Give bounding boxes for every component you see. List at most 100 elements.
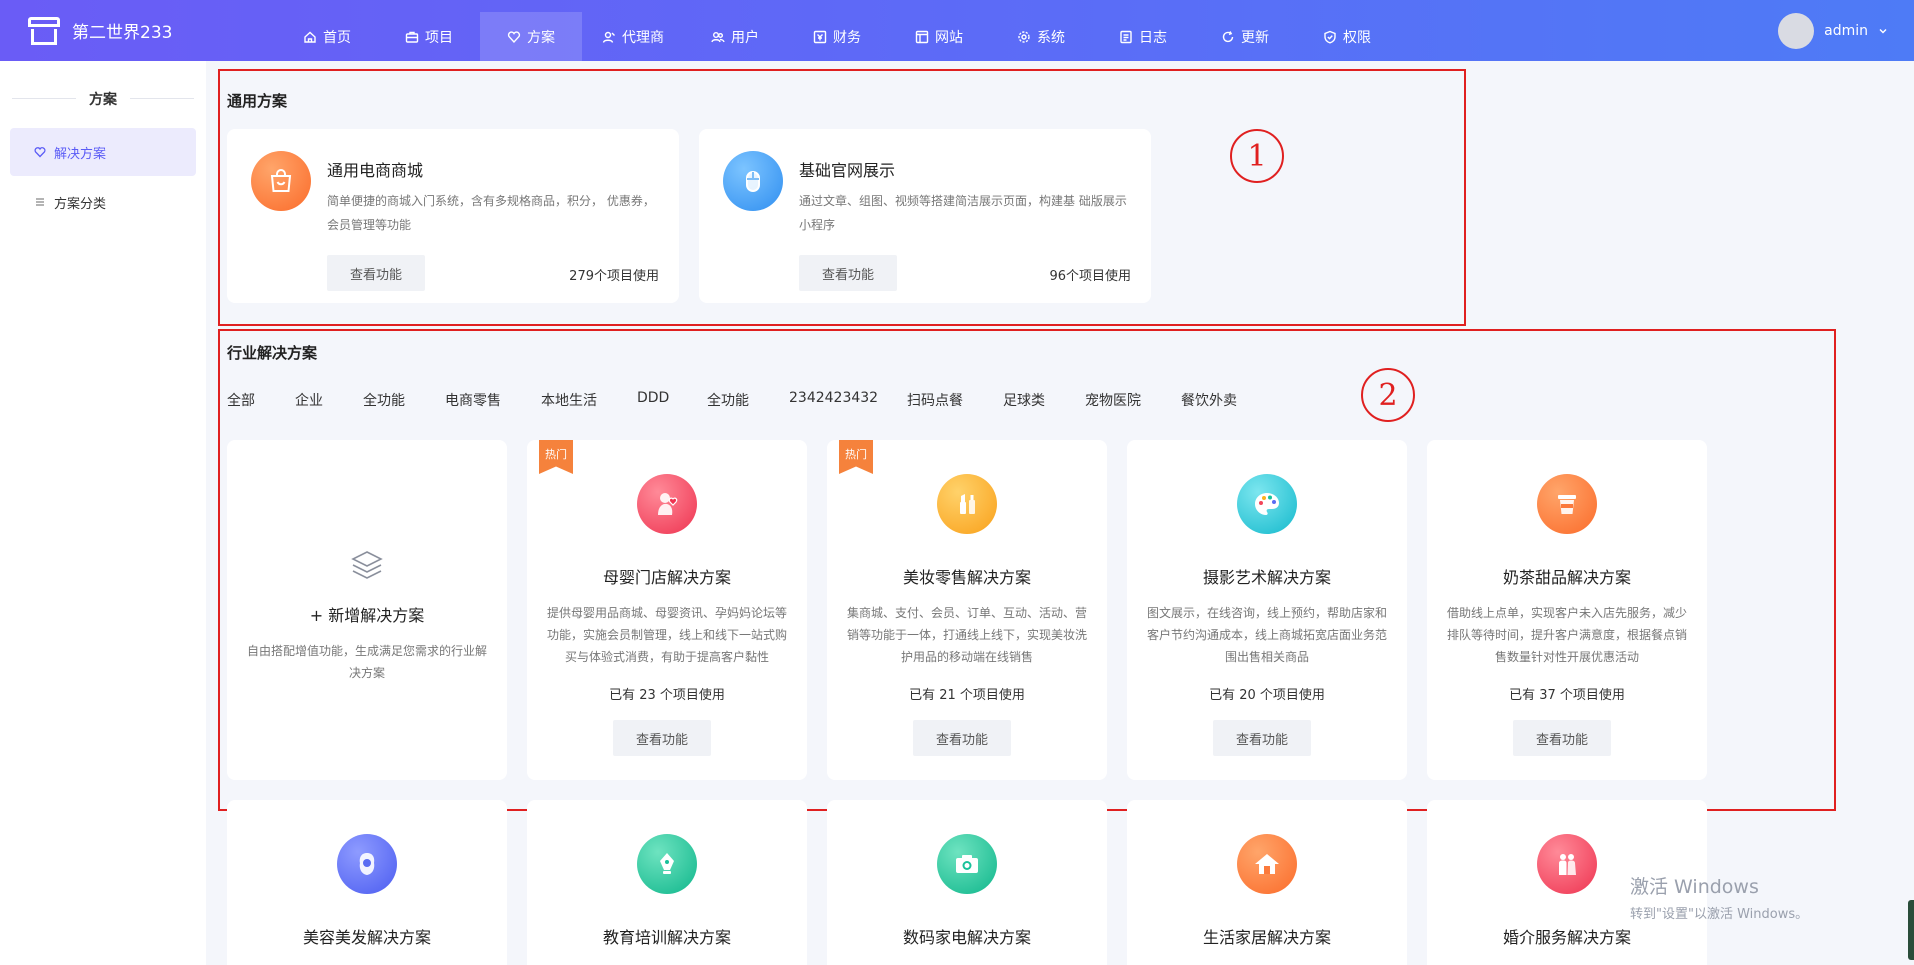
tab-scan-order[interactable]: 扫码点餐 bbox=[907, 390, 1003, 410]
briefcase-icon bbox=[405, 30, 419, 44]
tab-all[interactable]: 全部 bbox=[227, 390, 295, 410]
view-features-button[interactable]: 查看功能 bbox=[1513, 720, 1611, 756]
card-title: 母婴门店解决方案 bbox=[602, 568, 731, 587]
heart-icon bbox=[34, 147, 46, 158]
usage-count: 96个项目使用 bbox=[1049, 269, 1131, 284]
view-features-button[interactable]: 查看功能 bbox=[613, 720, 711, 756]
nav-system[interactable]: 系统 bbox=[990, 12, 1092, 61]
card-title: 教育培训解决方案 bbox=[602, 928, 731, 947]
layers-icon bbox=[351, 551, 383, 579]
add-solution-card[interactable]: + 新增解决方案 自由搭配增值功能，生成满足您需求的行业解决方案 bbox=[227, 440, 507, 780]
nav-updates[interactable]: 更新 bbox=[1194, 12, 1296, 61]
card-description: 通过文章、组图、视频等搭建简洁展示页面，构建基 础版展示小程序 bbox=[799, 194, 1127, 232]
card-description: 借助线上点单，实现客户未入店先服务，减少排队等待时间，提升客户满意度，根据餐点销… bbox=[1447, 606, 1687, 664]
solution-card-beauty[interactable]: 美容美发解决方案 bbox=[227, 800, 507, 965]
user-menu[interactable]: admin bbox=[1778, 0, 1888, 61]
nav-website-label: 网站 bbox=[935, 29, 963, 46]
finance-icon bbox=[813, 30, 827, 44]
card-title: 基础官网展示 bbox=[799, 161, 896, 180]
nav-finance-label: 财务 bbox=[833, 29, 861, 46]
baby-icon bbox=[637, 474, 697, 534]
solution-card-education[interactable]: 教育培训解决方案 bbox=[527, 800, 807, 965]
website-icon bbox=[915, 30, 929, 44]
tab-retail[interactable]: 电商零售 bbox=[445, 390, 541, 410]
sidebar-item-solutions[interactable]: 解决方案 bbox=[10, 128, 196, 176]
industry-section-title: 行业解决方案 bbox=[227, 344, 318, 362]
nav-updates-label: 更新 bbox=[1241, 29, 1269, 46]
top-navigation-bar: 第二世界233 首页 项目 方案 代理商 用户 财务 网站 系统 日志 更新 权… bbox=[0, 0, 1914, 61]
tab-football[interactable]: 足球类 bbox=[1003, 390, 1085, 410]
nav-users[interactable]: 用户 bbox=[684, 12, 786, 61]
solution-card-milk-tea[interactable]: 奶茶甜品解决方案 借助线上点单，实现客户未入店先服务，减少排队等待时间，提升客户… bbox=[1427, 440, 1707, 780]
general-section-title: 通用方案 bbox=[227, 92, 288, 110]
solution-card-digital[interactable]: 数码家电解决方案 bbox=[827, 800, 1107, 965]
beauty-icon bbox=[337, 834, 397, 894]
annotation-marker-1: 1 bbox=[1230, 129, 1284, 183]
couple-icon bbox=[1537, 834, 1597, 894]
nav-logs-label: 日志 bbox=[1139, 29, 1167, 46]
card-title: 奶茶甜品解决方案 bbox=[1502, 568, 1631, 587]
usage-count: 已有 37 个项目使用 bbox=[1509, 688, 1625, 703]
card-title: 数码家电解决方案 bbox=[902, 928, 1031, 947]
hot-badge: 热门 bbox=[839, 440, 873, 474]
nav-agents-label: 代理商 bbox=[622, 29, 664, 46]
avatar[interactable] bbox=[1778, 12, 1815, 49]
log-icon bbox=[1119, 30, 1133, 44]
brand[interactable]: 第二世界233 bbox=[28, 0, 172, 61]
sidebar-item-label: 方案分类 bbox=[54, 196, 107, 212]
view-features-button[interactable]: 查看功能 bbox=[1213, 720, 1311, 756]
card-title: 美妆零售解决方案 bbox=[902, 568, 1031, 587]
nav-website[interactable]: 网站 bbox=[888, 12, 990, 61]
list-icon bbox=[36, 198, 44, 206]
tab-food-delivery[interactable]: 餐饮外卖 bbox=[1181, 390, 1251, 410]
nav-solutions[interactable]: 方案 bbox=[480, 12, 582, 61]
card-title: 美容美发解决方案 bbox=[302, 928, 431, 947]
tab-2342423432[interactable]: 2342423432 bbox=[789, 390, 907, 410]
nav-permissions[interactable]: 权限 bbox=[1296, 12, 1398, 61]
pen-nib-icon bbox=[637, 834, 697, 894]
solution-card-home-living[interactable]: 生活家居解决方案 bbox=[1127, 800, 1407, 965]
usage-count: 279个项目使用 bbox=[569, 269, 659, 284]
cup-icon bbox=[1537, 474, 1597, 534]
tab-pet-hospital[interactable]: 宠物医院 bbox=[1085, 390, 1181, 410]
agent-icon bbox=[602, 30, 616, 44]
view-features-button[interactable]: 查看功能 bbox=[327, 255, 425, 291]
nav-projects[interactable]: 项目 bbox=[378, 12, 480, 61]
tab-local-life[interactable]: 本地生活 bbox=[541, 390, 637, 410]
usage-count: 已有 20 个项目使用 bbox=[1209, 688, 1325, 703]
general-card-ecommerce[interactable]: 通用电商商城 简单便捷的商城入门系统，含有多规格商品，积分， 优惠券，会员管理等… bbox=[227, 129, 679, 303]
refresh-icon bbox=[1221, 30, 1235, 44]
nav-users-label: 用户 bbox=[731, 29, 759, 46]
tab-enterprise[interactable]: 企业 bbox=[295, 390, 363, 410]
main-nav: 首页 项目 方案 代理商 用户 财务 网站 系统 日志 更新 权限 bbox=[276, 12, 1398, 61]
nav-agents[interactable]: 代理商 bbox=[582, 12, 684, 61]
nav-home[interactable]: 首页 bbox=[276, 12, 378, 61]
solution-card-cosmetics[interactable]: 热门 美妆零售解决方案 集商城、支付、会员、订单、互动、活动、营销等功能于一体，… bbox=[827, 440, 1107, 780]
nav-logs[interactable]: 日志 bbox=[1092, 12, 1194, 61]
camera-icon bbox=[937, 834, 997, 894]
watermark-line-2: 转到"设置"以激活 Windows。 bbox=[1630, 907, 1809, 922]
brand-name: 第二世界233 bbox=[72, 23, 173, 43]
cosmetics-icon bbox=[937, 474, 997, 534]
sidebar-item-label: 解决方案 bbox=[54, 146, 107, 162]
tab-full-features[interactable]: 全功能 bbox=[363, 390, 445, 410]
scrollbar-thumb[interactable] bbox=[1908, 900, 1914, 960]
sidebar: 方案 解决方案 方案分类 bbox=[0, 61, 206, 965]
view-features-button[interactable]: 查看功能 bbox=[799, 255, 897, 291]
view-features-button[interactable]: 查看功能 bbox=[913, 720, 1011, 756]
palette-icon bbox=[1237, 474, 1297, 534]
card-title: 通用电商商城 bbox=[327, 161, 424, 180]
house-icon bbox=[1237, 834, 1297, 894]
user-name: admin bbox=[1824, 22, 1868, 39]
tab-full-features-2[interactable]: 全功能 bbox=[707, 390, 789, 410]
home-icon bbox=[303, 30, 317, 44]
nav-finance[interactable]: 财务 bbox=[786, 12, 888, 61]
tab-ddd[interactable]: DDD bbox=[637, 390, 707, 410]
sidebar-item-categories[interactable]: 方案分类 bbox=[10, 178, 196, 226]
general-card-website[interactable]: 基础官网展示 通过文章、组图、视频等搭建简洁展示页面，构建基 础版展示小程序 查… bbox=[699, 129, 1151, 303]
mouse-icon bbox=[723, 151, 783, 211]
solution-card-maternity[interactable]: 热门 母婴门店解决方案 提供母婴用品商城、母婴资讯、孕妈妈论坛等功能，实施会员制… bbox=[527, 440, 807, 780]
shield-check-icon bbox=[1323, 30, 1337, 44]
card-title: 摄影艺术解决方案 bbox=[1202, 568, 1331, 587]
solution-card-photography[interactable]: 摄影艺术解决方案 图文展示，在线咨询，线上预约，帮助店家和客户节约沟通成本，线上… bbox=[1127, 440, 1407, 780]
